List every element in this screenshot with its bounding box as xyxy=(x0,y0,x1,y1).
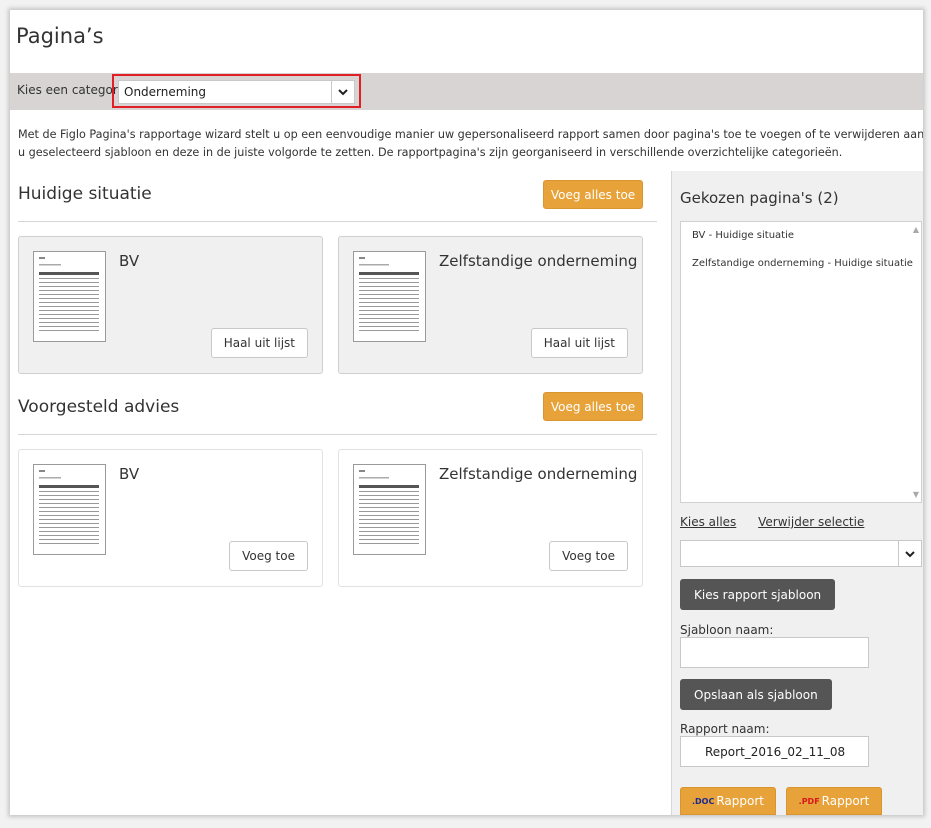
page-title: Pagina’s xyxy=(16,24,104,48)
pdf-report-label: Rapport xyxy=(821,794,870,808)
pdf-report-button[interactable]: .PDF Rapport xyxy=(786,787,882,815)
scroll-up-icon[interactable]: ▲ xyxy=(913,225,919,234)
category-select-value: Onderneming xyxy=(124,85,207,99)
page-thumbnail xyxy=(33,464,106,555)
selection-links: Kies alles Verwijder selectie xyxy=(680,515,882,529)
selected-page-item[interactable]: Zelfstandige onderneming - Huidige situa… xyxy=(692,258,913,269)
add-all-button-huidige[interactable]: Voeg alles toe xyxy=(543,180,643,209)
report-name-input[interactable]: Report_2016_02_11_08_3 xyxy=(680,736,869,767)
report-name-label: Rapport naam: xyxy=(680,722,770,736)
intro-line-1: Met de Figlo Pagina's rapportage wizard … xyxy=(18,128,923,141)
select-all-link[interactable]: Kies alles xyxy=(680,515,736,529)
page-card-title: BV xyxy=(119,252,140,270)
doc-icon: .DOC xyxy=(691,796,715,806)
page-card-title: Zelfstandige onderneming xyxy=(439,465,638,483)
remove-from-list-button[interactable]: Haal uit lijst xyxy=(210,328,308,358)
page-card-advies-zelfstandige[interactable]: Zelfstandige onderneming Voeg toe xyxy=(338,449,643,587)
chevron-down-icon[interactable] xyxy=(898,541,921,566)
choose-template-button[interactable]: Kies rapport sjabloon xyxy=(680,579,836,610)
page-thumbnail xyxy=(353,464,426,555)
chevron-down-icon[interactable] xyxy=(331,81,354,103)
page-card-title: BV xyxy=(119,465,140,483)
page-card-title: Zelfstandige onderneming xyxy=(439,252,638,270)
selected-pages-panel: Gekozen pagina's (2) BV - Huidige situat… xyxy=(671,171,923,815)
remove-selection-link[interactable]: Verwijder selectie xyxy=(758,515,864,529)
pdf-icon: .PDF xyxy=(798,796,820,806)
intro-text: Met de Figlo Pagina's rapportage wizard … xyxy=(18,126,923,162)
doc-report-label: Rapport xyxy=(716,794,764,808)
scroll-down-icon[interactable]: ▼ xyxy=(913,490,919,499)
page-card-advies-bv[interactable]: BV Voeg toe xyxy=(18,449,323,587)
remove-from-list-button[interactable]: Haal uit lijst xyxy=(530,328,628,358)
section-divider xyxy=(18,434,657,435)
selected-pages-list[interactable]: BV - Huidige situatie Zelfstandige onder… xyxy=(680,221,922,503)
add-all-button-advies[interactable]: Voeg alles toe xyxy=(543,392,643,421)
doc-report-button[interactable]: .DOC Rapport xyxy=(680,787,776,815)
report-name-value: Report_2016_02_11_08_3 xyxy=(705,745,845,759)
add-page-button[interactable]: Voeg toe xyxy=(229,541,308,571)
template-name-label: Sjabloon naam: xyxy=(680,623,774,637)
template-name-input[interactable] xyxy=(680,637,869,668)
selected-pages-title: Gekozen pagina's (2) xyxy=(680,189,839,207)
category-select[interactable]: Onderneming xyxy=(118,80,355,104)
section-title-huidige-situatie: Huidige situatie xyxy=(18,184,152,204)
category-select-highlight: Onderneming xyxy=(112,74,361,108)
page-thumbnail xyxy=(33,251,106,342)
category-bar: Kies een categorie Onderneming xyxy=(10,73,923,110)
page-card-huidige-zelfstandige[interactable]: Zelfstandige onderneming Haal uit lijst xyxy=(338,236,643,374)
template-select[interactable] xyxy=(680,540,922,567)
intro-line-2: u geselecteerd sjabloon en deze in de ju… xyxy=(18,146,843,159)
section-title-voorgesteld-advies: Voorgesteld advies xyxy=(18,397,180,417)
page-thumbnail xyxy=(353,251,426,342)
page-card-huidige-bv[interactable]: BV Haal uit lijst xyxy=(18,236,323,374)
add-page-button[interactable]: Voeg toe xyxy=(549,541,628,571)
selected-page-item[interactable]: BV - Huidige situatie xyxy=(692,230,794,241)
report-wizard-window: Pagina’s Kies een categorie Onderneming … xyxy=(10,10,923,815)
section-divider xyxy=(18,221,657,222)
save-template-button[interactable]: Opslaan als sjabloon xyxy=(680,679,832,710)
